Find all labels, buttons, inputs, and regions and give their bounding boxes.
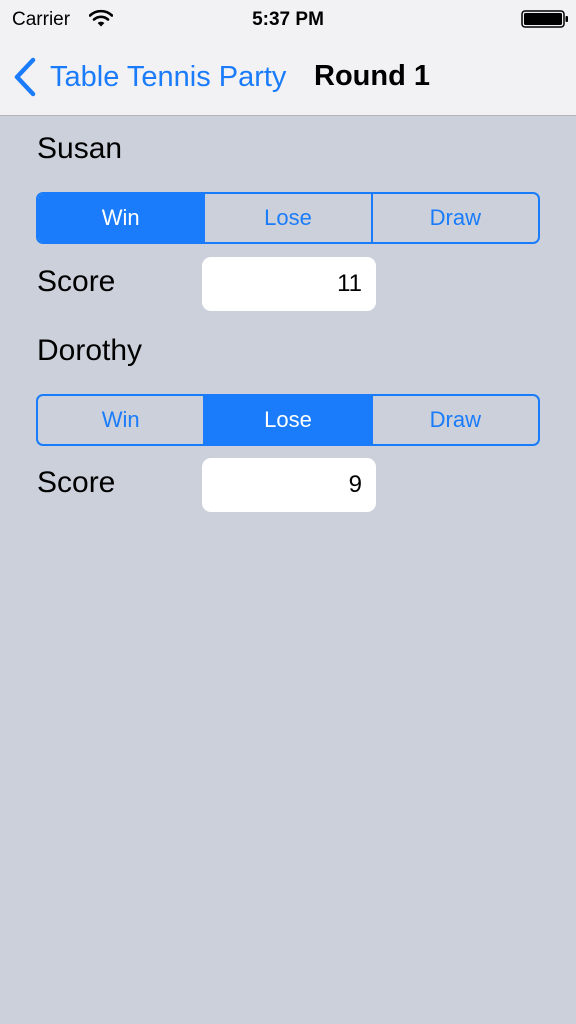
top-bar: Carrier 5:37 PM Table Tennis Party Round… [0, 0, 576, 116]
page-title: Round 1 [314, 60, 430, 92]
navigation-bar: Table Tennis Party Round 1 [0, 42, 576, 114]
battery-full-icon [521, 10, 568, 28]
score-input-dorothy[interactable] [202, 458, 376, 512]
segment-win-susan[interactable]: Win [38, 194, 204, 242]
result-segmented-control-dorothy: Win Lose Draw [36, 394, 540, 446]
segment-lose-susan[interactable]: Lose [203, 194, 370, 242]
segment-draw-dorothy[interactable]: Draw [370, 396, 538, 444]
back-button-label: Table Tennis Party [50, 60, 287, 93]
segment-win-dorothy[interactable]: Win [38, 396, 203, 444]
score-label-dorothy: Score [37, 466, 116, 499]
status-time: 5:37 PM [252, 9, 324, 30]
score-input-susan[interactable] [202, 257, 376, 311]
back-button[interactable]: Table Tennis Party [12, 56, 286, 98]
result-segmented-control-susan: Win Lose Draw [36, 192, 540, 244]
status-bar: Carrier 5:37 PM [0, 0, 576, 40]
segment-lose-dorothy[interactable]: Lose [203, 396, 371, 444]
player-name-dorothy: Dorothy [37, 334, 143, 367]
score-label-susan: Score [37, 265, 116, 298]
player-name-susan: Susan [37, 132, 123, 165]
chevron-left-icon [14, 57, 36, 97]
segment-draw-susan[interactable]: Draw [370, 194, 538, 242]
screen: Carrier 5:37 PM Table Tennis Party Round… [0, 0, 576, 1024]
